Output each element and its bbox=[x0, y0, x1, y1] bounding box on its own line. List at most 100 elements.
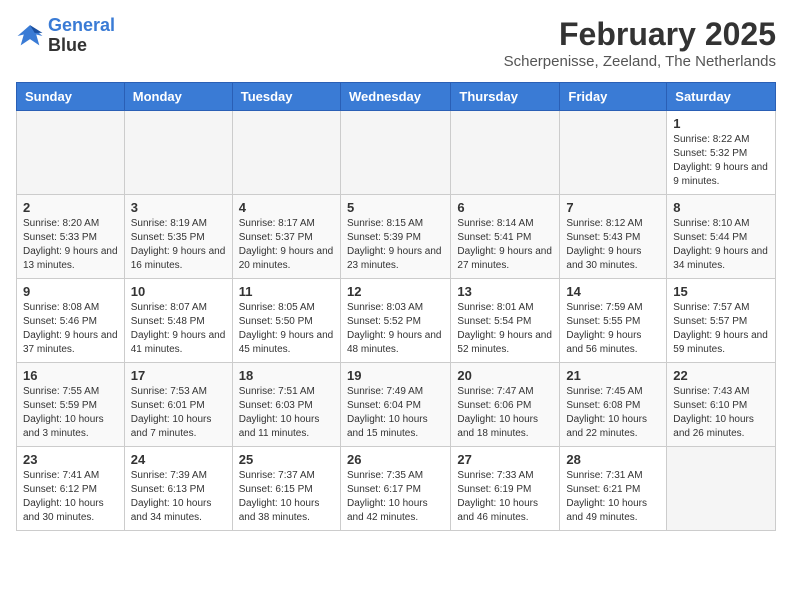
day-info: Sunrise: 8:22 AM Sunset: 5:32 PM Dayligh… bbox=[673, 133, 769, 189]
calendar-week-row: 1 Sunrise: 8:22 AM Sunset: 5:32 PM Daylig… bbox=[17, 111, 776, 195]
day-info: Sunrise: 8:17 AM Sunset: 5:37 PM Dayligh… bbox=[239, 217, 334, 273]
logo: General Blue bbox=[16, 16, 115, 56]
day-info: Sunrise: 8:14 AM Sunset: 5:41 PM Dayligh… bbox=[457, 217, 553, 273]
day-number: 7 bbox=[566, 200, 660, 215]
day-info: Sunrise: 8:08 AM Sunset: 5:46 PM Dayligh… bbox=[23, 301, 118, 357]
calendar-cell: 4 Sunrise: 8:17 AM Sunset: 5:37 PM Daylig… bbox=[232, 195, 340, 279]
calendar-cell: 7 Sunrise: 8:12 AM Sunset: 5:43 PM Daylig… bbox=[560, 195, 667, 279]
calendar-cell bbox=[560, 111, 667, 195]
col-header-friday: Friday bbox=[560, 83, 667, 111]
logo-icon bbox=[16, 22, 44, 50]
day-number: 25 bbox=[239, 452, 334, 467]
calendar-week-row: 23 Sunrise: 7:41 AM Sunset: 6:12 PM Dayli… bbox=[17, 447, 776, 531]
day-info: Sunrise: 7:49 AM Sunset: 6:04 PM Dayligh… bbox=[347, 385, 444, 441]
calendar-cell: 16 Sunrise: 7:55 AM Sunset: 5:59 PM Dayli… bbox=[17, 363, 125, 447]
calendar-cell: 28 Sunrise: 7:31 AM Sunset: 6:21 PM Dayli… bbox=[560, 447, 667, 531]
day-number: 15 bbox=[673, 284, 769, 299]
calendar-cell: 21 Sunrise: 7:45 AM Sunset: 6:08 PM Dayli… bbox=[560, 363, 667, 447]
day-info: Sunrise: 8:01 AM Sunset: 5:54 PM Dayligh… bbox=[457, 301, 553, 357]
col-header-sunday: Sunday bbox=[17, 83, 125, 111]
day-number: 22 bbox=[673, 368, 769, 383]
day-number: 13 bbox=[457, 284, 553, 299]
day-number: 28 bbox=[566, 452, 660, 467]
day-info: Sunrise: 8:05 AM Sunset: 5:50 PM Dayligh… bbox=[239, 301, 334, 357]
day-info: Sunrise: 8:07 AM Sunset: 5:48 PM Dayligh… bbox=[131, 301, 226, 357]
calendar-cell: 26 Sunrise: 7:35 AM Sunset: 6:17 PM Dayli… bbox=[340, 447, 450, 531]
day-info: Sunrise: 7:45 AM Sunset: 6:08 PM Dayligh… bbox=[566, 385, 660, 441]
day-number: 27 bbox=[457, 452, 553, 467]
calendar-cell: 2 Sunrise: 8:20 AM Sunset: 5:33 PM Daylig… bbox=[17, 195, 125, 279]
calendar-cell: 24 Sunrise: 7:39 AM Sunset: 6:13 PM Dayli… bbox=[124, 447, 232, 531]
calendar-cell: 15Sunrise: 7:57 AM Sunset: 5:57 PM Dayli… bbox=[667, 279, 776, 363]
calendar-week-row: 9 Sunrise: 8:08 AM Sunset: 5:46 PM Daylig… bbox=[17, 279, 776, 363]
day-info: Sunrise: 7:43 AM Sunset: 6:10 PM Dayligh… bbox=[673, 385, 769, 441]
calendar-cell: 3Sunrise: 8:19 AM Sunset: 5:35 PM Daylig… bbox=[124, 195, 232, 279]
calendar-cell bbox=[232, 111, 340, 195]
calendar-cell: 20 Sunrise: 7:47 AM Sunset: 6:06 PM Dayli… bbox=[451, 363, 560, 447]
day-info: Sunrise: 7:47 AM Sunset: 6:06 PM Dayligh… bbox=[457, 385, 553, 441]
day-info: Sunrise: 7:53 AM Sunset: 6:01 PM Dayligh… bbox=[131, 385, 226, 441]
day-number: 4 bbox=[239, 200, 334, 215]
col-header-wednesday: Wednesday bbox=[340, 83, 450, 111]
calendar-cell: 8 Sunrise: 8:10 AM Sunset: 5:44 PM Daylig… bbox=[667, 195, 776, 279]
calendar-cell bbox=[451, 111, 560, 195]
day-number: 20 bbox=[457, 368, 553, 383]
page-header: General Blue February 2025 Scherpenisse,… bbox=[16, 16, 776, 70]
day-number: 2 bbox=[23, 200, 118, 215]
col-header-thursday: Thursday bbox=[451, 83, 560, 111]
day-number: 9 bbox=[23, 284, 118, 299]
day-info: Sunrise: 8:12 AM Sunset: 5:43 PM Dayligh… bbox=[566, 217, 660, 273]
day-number: 24 bbox=[131, 452, 226, 467]
calendar-cell: 17 Sunrise: 7:53 AM Sunset: 6:01 PM Dayli… bbox=[124, 363, 232, 447]
calendar-cell: 9 Sunrise: 8:08 AM Sunset: 5:46 PM Daylig… bbox=[17, 279, 125, 363]
col-header-monday: Monday bbox=[124, 83, 232, 111]
day-info: Sunrise: 7:31 AM Sunset: 6:21 PM Dayligh… bbox=[566, 469, 660, 525]
day-info: Sunrise: 8:19 AM Sunset: 5:35 PM Dayligh… bbox=[131, 217, 226, 273]
day-number: 1 bbox=[673, 116, 769, 131]
calendar-cell: 18 Sunrise: 7:51 AM Sunset: 6:03 PM Dayli… bbox=[232, 363, 340, 447]
title-block: February 2025 Scherpenisse, Zeeland, The… bbox=[504, 16, 776, 70]
day-number: 18 bbox=[239, 368, 334, 383]
day-number: 21 bbox=[566, 368, 660, 383]
day-number: 26 bbox=[347, 452, 444, 467]
calendar-header-row: SundayMondayTuesdayWednesdayThursdayFrid… bbox=[17, 83, 776, 111]
calendar-cell: 6 Sunrise: 8:14 AM Sunset: 5:41 PM Daylig… bbox=[451, 195, 560, 279]
calendar-cell: 27 Sunrise: 7:33 AM Sunset: 6:19 PM Dayli… bbox=[451, 447, 560, 531]
day-info: Sunrise: 7:55 AM Sunset: 5:59 PM Dayligh… bbox=[23, 385, 118, 441]
day-number: 8 bbox=[673, 200, 769, 215]
calendar-title: February 2025 bbox=[504, 16, 776, 53]
calendar-subtitle: Scherpenisse, Zeeland, The Netherlands bbox=[504, 53, 776, 70]
day-info: Sunrise: 7:59 AM Sunset: 5:55 PM Dayligh… bbox=[566, 301, 660, 357]
day-number: 12 bbox=[347, 284, 444, 299]
day-number: 16 bbox=[23, 368, 118, 383]
day-info: Sunrise: 7:41 AM Sunset: 6:12 PM Dayligh… bbox=[23, 469, 118, 525]
day-number: 5 bbox=[347, 200, 444, 215]
day-number: 23 bbox=[23, 452, 118, 467]
day-info: Sunrise: 7:51 AM Sunset: 6:03 PM Dayligh… bbox=[239, 385, 334, 441]
calendar-cell: 14 Sunrise: 7:59 AM Sunset: 5:55 PM Dayli… bbox=[560, 279, 667, 363]
day-info: Sunrise: 8:10 AM Sunset: 5:44 PM Dayligh… bbox=[673, 217, 769, 273]
day-info: Sunrise: 7:33 AM Sunset: 6:19 PM Dayligh… bbox=[457, 469, 553, 525]
calendar-cell: 5 Sunrise: 8:15 AM Sunset: 5:39 PM Daylig… bbox=[340, 195, 450, 279]
calendar-cell bbox=[17, 111, 125, 195]
day-info: Sunrise: 7:39 AM Sunset: 6:13 PM Dayligh… bbox=[131, 469, 226, 525]
day-info: Sunrise: 7:35 AM Sunset: 6:17 PM Dayligh… bbox=[347, 469, 444, 525]
day-number: 10 bbox=[131, 284, 226, 299]
day-number: 17 bbox=[131, 368, 226, 383]
day-number: 19 bbox=[347, 368, 444, 383]
calendar-cell: 22 Sunrise: 7:43 AM Sunset: 6:10 PM Dayli… bbox=[667, 363, 776, 447]
day-number: 11 bbox=[239, 284, 334, 299]
day-number: 14 bbox=[566, 284, 660, 299]
calendar-cell: 23 Sunrise: 7:41 AM Sunset: 6:12 PM Dayli… bbox=[17, 447, 125, 531]
day-info: Sunrise: 8:03 AM Sunset: 5:52 PM Dayligh… bbox=[347, 301, 444, 357]
col-header-tuesday: Tuesday bbox=[232, 83, 340, 111]
day-info: Sunrise: 8:20 AM Sunset: 5:33 PM Dayligh… bbox=[23, 217, 118, 273]
calendar-cell: 19 Sunrise: 7:49 AM Sunset: 6:04 PM Dayli… bbox=[340, 363, 450, 447]
calendar-cell bbox=[340, 111, 450, 195]
day-number: 6 bbox=[457, 200, 553, 215]
calendar-cell: 12 Sunrise: 8:03 AM Sunset: 5:52 PM Dayli… bbox=[340, 279, 450, 363]
day-info: Sunrise: 8:15 AM Sunset: 5:39 PM Dayligh… bbox=[347, 217, 444, 273]
logo-text: General Blue bbox=[48, 16, 115, 56]
calendar-cell: 25Sunrise: 7:37 AM Sunset: 6:15 PM Dayli… bbox=[232, 447, 340, 531]
col-header-saturday: Saturday bbox=[667, 83, 776, 111]
